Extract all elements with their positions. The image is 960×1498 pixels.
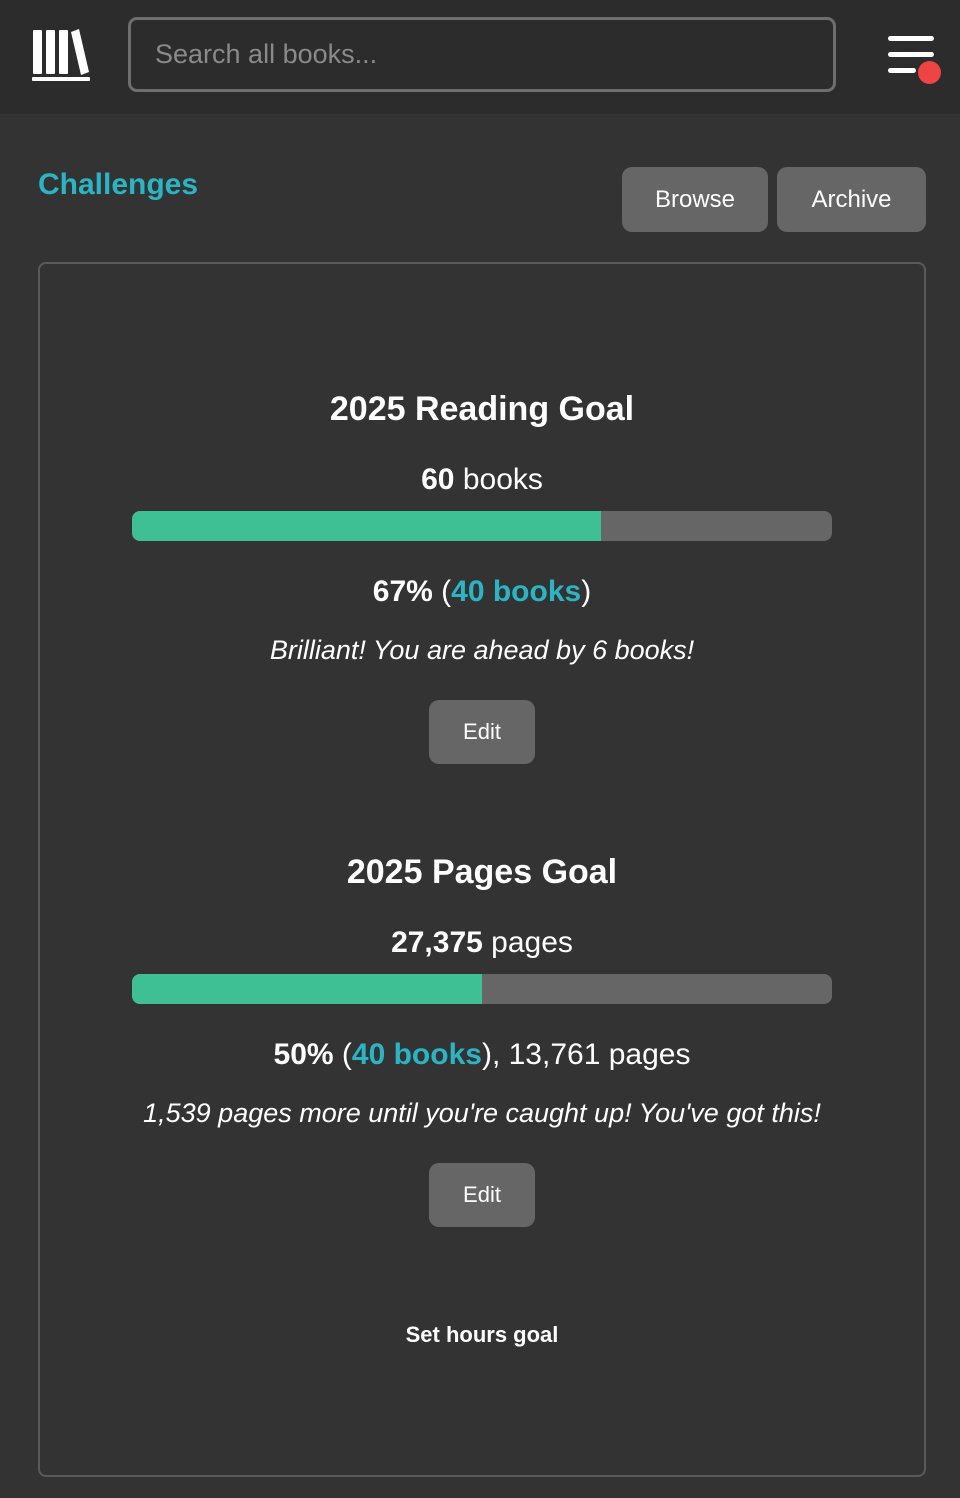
goal-stats: 50% (40 books), 13,761 pages	[273, 1038, 691, 1071]
page-title[interactable]: Challenges	[38, 168, 198, 202]
goal-progress-fill	[132, 974, 482, 1004]
set-hours-goal-link[interactable]: Set hours goal	[40, 1322, 924, 1348]
goal-percent: 67%	[372, 575, 433, 608]
goal-books-link[interactable]: 40 books	[451, 575, 581, 608]
goal-message: 1,539 pages more until you're caught up!…	[143, 1098, 821, 1128]
notification-dot	[918, 61, 941, 84]
top-bar	[0, 0, 960, 114]
archive-button[interactable]: Archive	[777, 167, 926, 232]
goal-progress-bar	[132, 974, 832, 1004]
edit-pages-goal-button[interactable]: Edit	[429, 1163, 535, 1227]
goal-pages-read: 13,761 pages	[508, 1038, 691, 1071]
edit-reading-goal-button[interactable]: Edit	[429, 700, 535, 764]
pages-goal: 2025 Pages Goal 27,375 pages 50% (40 boo…	[40, 853, 924, 1227]
goal-target-value: 60	[421, 463, 455, 496]
goal-title: 2025 Pages Goal	[346, 853, 618, 891]
goal-stats: 67% (40 books)	[372, 575, 592, 608]
goal-target: 27,375 pages	[40, 926, 924, 960]
goal-message: Brilliant! You are ahead by 6 books!	[269, 635, 695, 665]
goal-title: 2025 Reading Goal	[329, 390, 635, 428]
goal-target-unit: books	[462, 463, 543, 496]
reading-goal: 2025 Reading Goal 60 books 67% (40 books…	[40, 390, 924, 764]
goal-books-link[interactable]: 40 books	[352, 1038, 482, 1071]
browse-button[interactable]: Browse	[622, 167, 768, 232]
goal-progress-bar	[132, 511, 832, 541]
challenges-card: 2025 Reading Goal 60 books 67% (40 books…	[38, 262, 926, 1477]
goal-target-value: 27,375	[391, 926, 483, 959]
bookshelf-icon[interactable]	[32, 28, 90, 82]
hamburger-icon[interactable]	[886, 34, 944, 88]
goal-target-unit: pages	[491, 926, 573, 959]
goal-progress-fill	[132, 511, 601, 541]
search-input[interactable]	[128, 17, 836, 92]
goal-target: 60 books	[40, 463, 924, 497]
goal-percent: 50%	[273, 1038, 334, 1071]
